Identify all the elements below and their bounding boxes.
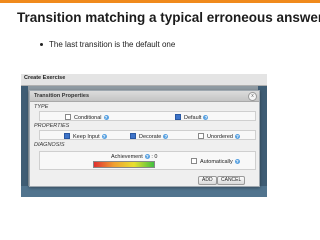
bullet-text: The last transition is the default one bbox=[49, 40, 176, 49]
app-window: Create Exercise Transition Properties x … bbox=[21, 74, 267, 197]
decorate-label: Decorate bbox=[139, 133, 162, 140]
conditional-label: Conditional bbox=[74, 114, 102, 121]
keep-input-checkbox[interactable] bbox=[64, 132, 70, 139]
achievement-text: Achievement bbox=[111, 154, 143, 160]
question-mark-icon[interactable]: ? bbox=[144, 154, 150, 159]
automatically-label: Automatically bbox=[200, 159, 233, 165]
close-icon[interactable]: x bbox=[248, 92, 257, 101]
achievement-slider[interactable] bbox=[93, 161, 155, 168]
app-header: Create Exercise bbox=[21, 74, 267, 86]
type-default-option[interactable]: Default? bbox=[175, 113, 209, 121]
question-mark-icon[interactable]: ? bbox=[163, 133, 169, 139]
app-background bbox=[21, 86, 28, 197]
keep-input-label: Keep Input bbox=[73, 133, 100, 140]
diagnosis-group: Achievement? : 0 Automatically? bbox=[39, 151, 256, 170]
app-background bbox=[21, 186, 267, 197]
automatically-option[interactable]: Automatically? bbox=[191, 158, 240, 165]
decorate-checkbox[interactable] bbox=[130, 132, 136, 139]
automatically-checkbox[interactable] bbox=[191, 158, 197, 164]
unordered-checkbox[interactable] bbox=[198, 132, 204, 139]
unordered-option[interactable]: Unordered? bbox=[198, 132, 240, 140]
type-conditional-option[interactable]: Conditional? bbox=[65, 113, 109, 121]
question-mark-icon[interactable]: ? bbox=[235, 133, 240, 139]
section-label-properties: PROPERTIES bbox=[34, 123, 70, 129]
app-window-title: Create Exercise bbox=[24, 75, 66, 81]
conditional-checkbox[interactable] bbox=[65, 113, 71, 120]
cancel-button[interactable]: CANCEL bbox=[217, 176, 246, 185]
section-label-diagnosis: DIAGNOSIS bbox=[34, 142, 65, 148]
question-mark-icon[interactable]: ? bbox=[103, 114, 109, 120]
decorate-option[interactable]: Decorate? bbox=[130, 132, 169, 140]
add-button[interactable]: ADD bbox=[198, 176, 217, 185]
default-label: Default bbox=[184, 114, 202, 121]
achievement-label: Achievement? : 0 bbox=[111, 154, 157, 160]
question-mark-icon[interactable]: ? bbox=[234, 159, 240, 164]
section-label-type: TYPE bbox=[34, 104, 49, 110]
unordered-label: Unordered bbox=[207, 133, 233, 140]
question-mark-icon[interactable]: ? bbox=[101, 133, 107, 139]
bullet-icon bbox=[40, 43, 43, 47]
dialog-header: Transition Properties x bbox=[30, 91, 259, 102]
slide-title: Transition matching a typical erroneous … bbox=[17, 10, 320, 25]
keep-input-option[interactable]: Keep Input? bbox=[64, 132, 107, 140]
default-checkbox[interactable] bbox=[175, 113, 181, 120]
type-group: Conditional? Default? bbox=[39, 111, 256, 121]
accent-bar bbox=[0, 0, 320, 3]
dialog-title: Transition Properties bbox=[34, 92, 90, 99]
transition-properties-dialog: Transition Properties x TYPE Conditional… bbox=[29, 90, 260, 187]
slide-bullet: The last transition is the default one bbox=[40, 40, 175, 49]
achievement-value: : 0 bbox=[151, 154, 158, 160]
question-mark-icon[interactable]: ? bbox=[203, 114, 209, 120]
properties-group: Keep Input? Decorate? Unordered? bbox=[39, 130, 256, 140]
